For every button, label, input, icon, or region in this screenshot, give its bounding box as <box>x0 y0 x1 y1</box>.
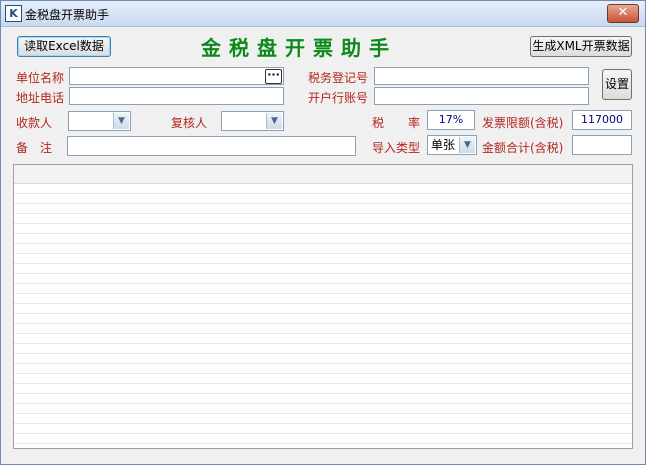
remarks-field[interactable] <box>67 136 356 156</box>
close-button[interactable]: ✕ <box>607 4 639 23</box>
total-amount-field[interactable] <box>572 135 632 155</box>
address-phone-label: 地址电话 <box>16 91 65 105</box>
import-type-label: 导入类型 <box>372 141 421 155</box>
data-grid[interactable] <box>13 164 633 449</box>
chevron-down-icon: ▼ <box>459 137 475 153</box>
reviewer-select[interactable]: ▼ <box>221 111 284 131</box>
total-amount-label: 金额合计(含税) <box>482 141 564 155</box>
tax-rate-label: 税 率 <box>372 116 421 130</box>
address-phone-field[interactable] <box>69 87 284 105</box>
company-name-field[interactable] <box>69 67 284 85</box>
generate-xml-button[interactable]: 生成XML开票数据 <box>530 36 632 57</box>
reviewer-label: 复核人 <box>171 116 208 130</box>
read-excel-button[interactable]: 读取Excel数据 <box>17 36 111 57</box>
payee-label: 收款人 <box>16 116 53 130</box>
title-bar: K 金税盘开票助手 ✕ <box>1 1 645 27</box>
import-type-select[interactable]: 单张 ▼ <box>427 135 477 155</box>
grid-body <box>14 184 632 448</box>
import-type-value: 单张 <box>431 138 456 152</box>
app-heading: 金税盘开票助手 <box>201 36 397 60</box>
main-window: K 金税盘开票助手 ✕ 读取Excel数据 金税盘开票助手 生成XML开票数据 … <box>0 0 646 465</box>
payee-select[interactable]: ▼ <box>68 111 131 131</box>
tax-reg-field[interactable] <box>374 67 589 85</box>
window-title: 金税盘开票助手 <box>25 8 110 22</box>
tax-reg-label: 税务登记号 <box>308 71 369 85</box>
chevron-down-icon: ▼ <box>113 113 129 129</box>
tax-rate-field[interactable]: 17% <box>427 110 475 130</box>
app-icon: K <box>5 5 22 22</box>
chevron-down-icon: ▼ <box>266 113 282 129</box>
invoice-limit-field[interactable]: 117000 <box>572 110 632 130</box>
bank-account-label: 开户行账号 <box>308 91 369 105</box>
invoice-limit-label: 发票限额(含税) <box>482 116 564 130</box>
grid-header <box>14 165 632 184</box>
browse-button[interactable]: ··· <box>265 69 282 84</box>
bank-account-field[interactable] <box>374 87 589 105</box>
remarks-label: 备 注 <box>16 141 53 155</box>
company-name-label: 单位名称 <box>16 71 65 85</box>
settings-button[interactable]: 设置 <box>602 69 632 100</box>
